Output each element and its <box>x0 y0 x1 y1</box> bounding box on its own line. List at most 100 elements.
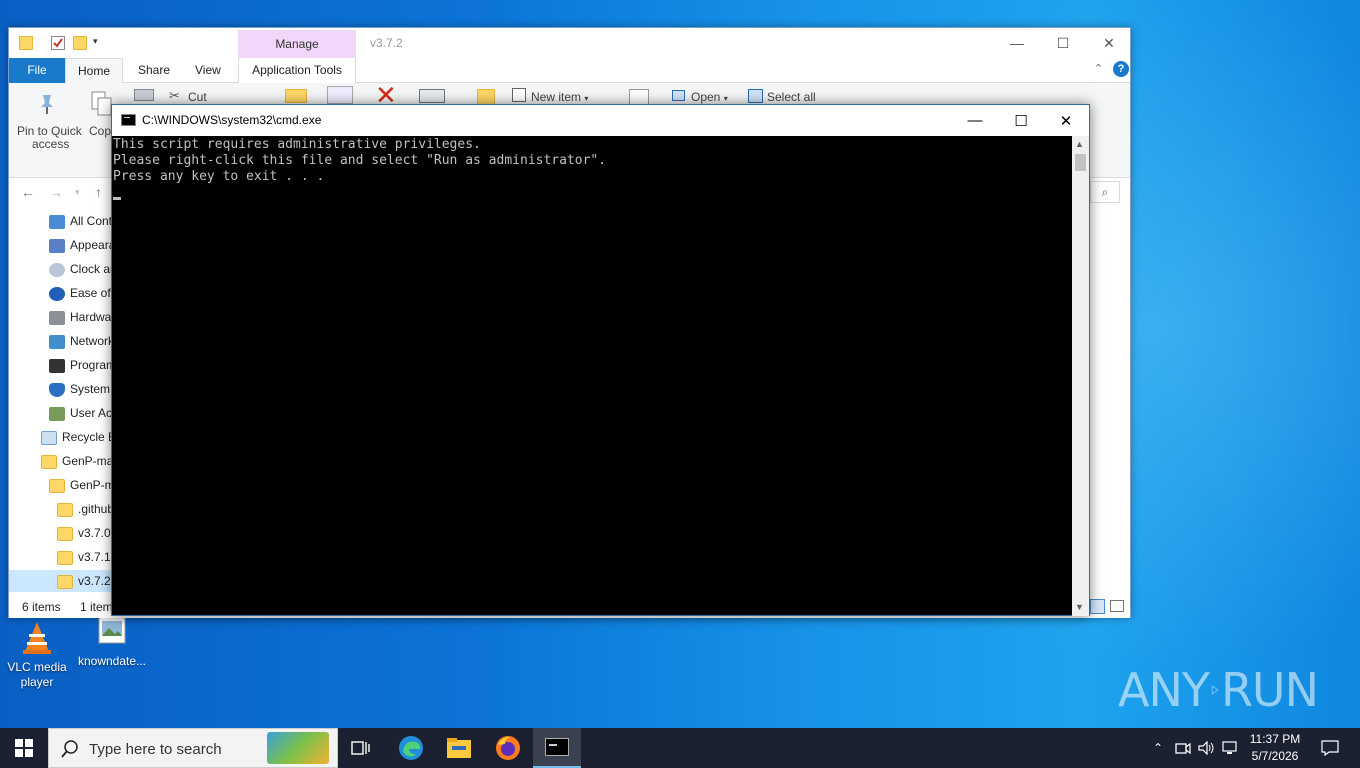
forward-arrow-icon[interactable]: → <box>49 184 63 200</box>
explorer-titlebar[interactable]: ▾ Manage v3.7.2 — ☐ ✕ <box>9 28 1130 58</box>
delete-icon[interactable]: ✕ <box>375 82 397 108</box>
start-button[interactable] <box>0 728 48 768</box>
chevron-down-icon: ▾ <box>723 94 728 103</box>
ribbon-collapse-icon[interactable]: ⌃ <box>1094 62 1103 75</box>
nav-item-ease-of-access[interactable]: Ease of Access <box>49 282 113 304</box>
vlc-icon <box>19 620 55 656</box>
desktop-icon-vlc[interactable]: VLC media player <box>0 620 74 690</box>
cmd-title: C:\WINDOWS\system32\cmd.exe <box>142 113 322 127</box>
nav-item-v371[interactable]: v3.7.1 <box>57 546 111 568</box>
nav-item-v370[interactable]: v3.7.0 <box>57 522 111 544</box>
scroll-up-icon[interactable]: ▲ <box>1075 139 1084 149</box>
hardware-icon <box>49 310 65 325</box>
nav-item-label: All Control Panel Items <box>70 214 113 228</box>
back-arrow-icon[interactable]: ← <box>21 184 35 200</box>
customize-quick-access-icon[interactable]: ▾ <box>93 36 107 50</box>
file-explorer-taskbar-button[interactable] <box>435 728 483 768</box>
meet-now-button[interactable] <box>1172 728 1194 768</box>
help-icon[interactable]: ? <box>1113 61 1129 77</box>
tab-view[interactable]: View <box>183 58 233 83</box>
nav-item-genp-master[interactable]: GenP-master <box>41 450 113 472</box>
nav-item-label: GenP-master <box>70 478 113 492</box>
cmd-minimize-button[interactable]: — <box>952 105 998 136</box>
console-line: Press any key to exit . . . <box>113 169 325 184</box>
cmd-maximize-button[interactable]: ☐ <box>998 105 1044 136</box>
cmd-window[interactable]: C:\WINDOWS\system32\cmd.exe — ☐ ✕ This s… <box>111 104 1090 616</box>
cmd-titlebar[interactable]: C:\WINDOWS\system32\cmd.exe — ☐ ✕ <box>112 105 1089 136</box>
properties-icon[interactable] <box>51 36 65 50</box>
watermark-text-right: RUN <box>1220 663 1319 717</box>
tab-manage[interactable]: Manage <box>238 30 356 58</box>
cmd-scrollbar[interactable]: ▲ ▼ <box>1072 136 1089 616</box>
notification-icon <box>1321 740 1339 756</box>
nav-item-label: Recycle Bin <box>62 430 113 444</box>
tab-file[interactable]: File <box>9 58 65 83</box>
recycle-bin-icon <box>41 430 57 445</box>
edge-icon <box>399 736 423 760</box>
item-count: 6 items <box>22 600 61 614</box>
cmd-app-icon <box>121 114 136 126</box>
recent-locations-icon[interactable]: ▾ <box>75 187 80 198</box>
show-hidden-icons-button[interactable]: ⌃ <box>1148 728 1168 768</box>
nav-item-recycle-bin[interactable]: Recycle Bin <box>41 426 113 448</box>
up-arrow-icon[interactable]: ↑ <box>95 184 102 200</box>
new-item-label: New item <box>531 90 582 104</box>
cut-button[interactable]: Cut <box>188 90 207 104</box>
nav-item-network[interactable]: Network and Internet <box>49 330 113 352</box>
new-folder-icon[interactable] <box>73 36 87 50</box>
nav-item-programs[interactable]: Programs <box>49 354 113 376</box>
tab-home[interactable]: Home <box>65 58 123 83</box>
edge-button[interactable] <box>387 728 435 768</box>
navigation-pane: All Control Panel Items Appearance and P… <box>9 210 113 595</box>
chevron-up-icon: ⌃ <box>1152 741 1164 755</box>
clock-time: 11:37 PM <box>1249 732 1301 746</box>
nav-item-label: v3.7.0 <box>78 526 111 540</box>
nav-item-appearance[interactable]: Appearance and Personalization <box>49 234 113 256</box>
clock[interactable]: 11:37 PM 5/7/2026 <box>1237 731 1313 765</box>
cmd-taskbar-button[interactable] <box>533 728 581 768</box>
cmd-icon <box>545 738 569 756</box>
clock-date: 5/7/2026 <box>1251 749 1299 763</box>
nav-item-label: Network and Internet <box>70 334 113 348</box>
speaker-icon <box>1198 741 1214 755</box>
scrollbar-thumb[interactable] <box>1075 154 1086 171</box>
nav-item-system-security[interactable]: System and Security <box>49 378 113 400</box>
select-all-button[interactable]: Select all <box>767 90 816 104</box>
volume-button[interactable] <box>1196 728 1218 768</box>
cmd-close-button[interactable]: ✕ <box>1043 105 1089 136</box>
maximize-button[interactable]: ☐ <box>1040 28 1086 58</box>
open-icon <box>672 90 685 101</box>
nav-item-label: System and Security <box>70 382 113 396</box>
desktop-icon-knowndate[interactable]: knowndate... <box>75 614 149 669</box>
nav-item-user-accounts[interactable]: User Accounts <box>49 402 113 424</box>
nav-item-github[interactable]: .github <box>57 498 113 520</box>
select-all-icon <box>748 89 763 103</box>
network-icon <box>49 334 65 349</box>
new-item-button[interactable]: New item ▾ <box>531 90 588 104</box>
nav-item-clock[interactable]: Clock and Region <box>49 258 113 280</box>
nav-item-hardware[interactable]: Hardware and Sound <box>49 306 113 328</box>
open-button[interactable]: Open ▾ <box>691 90 728 104</box>
search-icon: ⌕ <box>1101 184 1109 199</box>
ribbon-tabs: File Home Share View Application Tools ⌃… <box>9 58 1130 83</box>
tab-application-tools[interactable]: Application Tools <box>238 58 356 83</box>
search-highlight-icon <box>267 732 329 764</box>
taskbar-search-box[interactable]: Type here to search <box>48 728 338 768</box>
notifications-button[interactable] <box>1312 728 1348 768</box>
task-view-button[interactable] <box>337 728 385 768</box>
nav-item-all-control-panel[interactable]: All Control Panel Items <box>49 210 113 232</box>
nav-item-genp-master-sub[interactable]: GenP-master <box>49 474 113 496</box>
scroll-down-icon[interactable]: ▼ <box>1075 602 1084 612</box>
pin-to-quick-access-button[interactable]: Pin to Quick <box>17 124 82 138</box>
folder-icon <box>41 454 57 469</box>
nav-item-v372[interactable]: v3.7.2 <box>9 570 113 592</box>
close-button[interactable]: ✕ <box>1086 28 1132 58</box>
search-placeholder: Type here to search <box>89 741 222 758</box>
minimize-button[interactable]: — <box>994 28 1040 58</box>
large-icons-view-icon[interactable] <box>1110 600 1124 612</box>
console-output[interactable]: This script requires administrative priv… <box>112 136 1072 616</box>
tab-share[interactable]: Share <box>126 58 182 83</box>
firefox-button[interactable] <box>484 728 532 768</box>
search-button[interactable]: ⌕ <box>1090 181 1120 203</box>
details-view-icon[interactable] <box>1090 599 1105 614</box>
